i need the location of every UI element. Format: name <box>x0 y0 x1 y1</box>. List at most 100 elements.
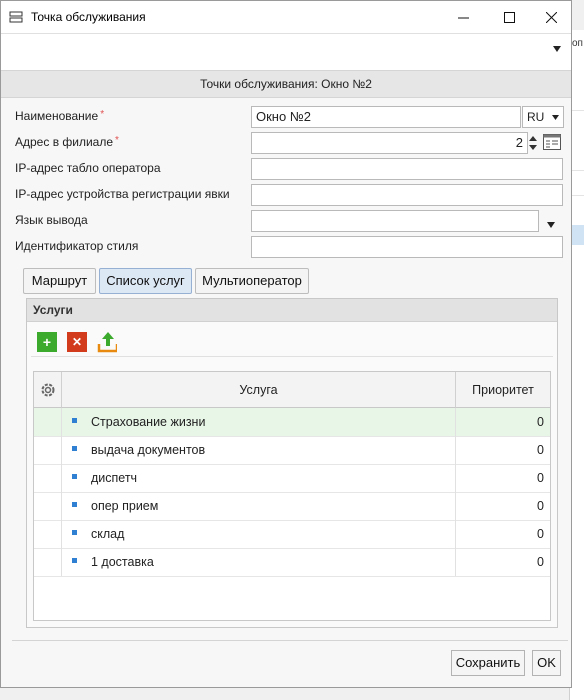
save-button[interactable]: Сохранить <box>451 650 525 676</box>
triangle-down-icon <box>547 222 555 228</box>
bullet-icon <box>72 502 77 508</box>
background-divider <box>570 170 584 171</box>
service-name-cell: Страхование жизни <box>62 408 456 436</box>
title-bar: Точка обслуживания <box>1 1 571 33</box>
style-id-input[interactable] <box>251 236 563 258</box>
services-toolbar: + ✕ <box>31 322 553 357</box>
footer-divider <box>12 640 568 641</box>
column-header-service[interactable]: Услуга <box>62 372 456 408</box>
window-title: Точка обслуживания <box>31 10 146 24</box>
address-picker-button[interactable] <box>543 134 561 151</box>
table-row[interactable]: склад 0 <box>34 520 550 549</box>
table-row[interactable]: диспетч 0 <box>34 464 550 493</box>
priority-cell: 0 <box>537 415 544 429</box>
background-divider <box>570 110 584 111</box>
plus-icon: + <box>42 334 52 350</box>
row-indicator <box>34 520 62 548</box>
close-button[interactable] <box>529 1 573 33</box>
bullet-icon <box>72 418 77 424</box>
row-indicator <box>34 464 62 492</box>
triangle-down-icon <box>553 46 561 52</box>
table-row[interactable]: Страхование жизни 0 <box>34 408 550 437</box>
background-divider <box>570 195 584 196</box>
service-name: опер прием <box>91 499 159 513</box>
service-name-cell: диспетч <box>62 464 456 492</box>
calendar-list-icon <box>543 134 561 150</box>
output-language-select[interactable] <box>251 210 539 232</box>
grid-header-row: Услуга Приоритет <box>34 372 550 409</box>
table-row[interactable]: опер прием 0 <box>34 492 550 521</box>
name-label-text: Наименование <box>15 109 99 123</box>
service-point-icon <box>9 11 23 23</box>
upload-icon <box>97 332 117 353</box>
name-input[interactable]: Окно №2 <box>251 106 521 128</box>
ip-board-input[interactable] <box>251 158 563 180</box>
name-label: Наименование * <box>15 109 104 123</box>
service-name-cell: склад <box>62 520 456 548</box>
bullet-icon <box>72 446 77 452</box>
service-name-cell: 1 доставка <box>62 548 456 576</box>
bullet-icon <box>72 474 77 480</box>
address-spinner[interactable] <box>529 132 539 154</box>
background-selected-row <box>570 225 584 245</box>
service-name: склад <box>91 527 125 541</box>
service-name-cell: выдача документов <box>62 436 456 464</box>
ip-registration-label: IP-адрес устройства регистрации явки <box>15 187 230 201</box>
tab-bar: Маршрут Список услуг Мультиоператор <box>1 268 571 298</box>
services-grid: Услуга Приоритет Страхование жизни 0 выд… <box>33 371 551 621</box>
row-indicator <box>34 548 62 576</box>
close-icon <box>545 11 557 23</box>
gear-icon <box>41 383 54 397</box>
priority-cell: 0 <box>537 471 544 485</box>
table-row[interactable]: выдача документов 0 <box>34 436 550 465</box>
service-name-cell: опер прием <box>62 492 456 520</box>
table-row[interactable]: 1 доставка 0 <box>34 548 550 577</box>
chevron-down-icon <box>552 115 559 120</box>
language-value: RU <box>527 110 545 124</box>
priority-cell: 0 <box>537 443 544 457</box>
delete-service-button[interactable]: ✕ <box>67 332 87 352</box>
ok-button[interactable]: OK <box>532 650 561 676</box>
minimize-icon <box>457 17 469 18</box>
address-label: Адрес в филиале * <box>15 135 119 149</box>
style-id-label: Идентификатор стиля <box>15 239 139 253</box>
header-band: Точки обслуживания: Окно №2 <box>1 70 571 98</box>
add-service-button[interactable]: + <box>37 332 57 352</box>
export-button[interactable] <box>97 332 117 353</box>
maximize-button[interactable] <box>487 1 531 33</box>
service-name: Страхование жизни <box>91 415 206 429</box>
required-mark: * <box>100 109 105 120</box>
bullet-icon <box>72 558 77 564</box>
close-icon: ✕ <box>71 335 83 349</box>
language-select[interactable]: RU <box>522 106 564 128</box>
required-mark: * <box>115 135 119 146</box>
row-indicator <box>34 492 62 520</box>
ip-registration-input[interactable] <box>251 184 563 206</box>
bullet-icon <box>72 530 77 536</box>
service-name: диспетч <box>91 471 138 485</box>
column-header-priority[interactable]: Приоритет <box>456 372 550 408</box>
priority-cell: 0 <box>537 499 544 513</box>
tab-service-list[interactable]: Список услуг <box>99 268 192 294</box>
minimize-button[interactable] <box>441 1 485 33</box>
background-fragment-text: оп <box>572 38 583 49</box>
row-indicator <box>34 436 62 464</box>
address-label-text: Адрес в филиале <box>15 135 114 149</box>
row-indicator <box>34 408 62 436</box>
ip-board-label: IP-адрес табло оператора <box>15 161 161 175</box>
toolbar <box>1 33 571 70</box>
grid-settings-button[interactable] <box>34 372 62 408</box>
priority-cell: 0 <box>537 555 544 569</box>
output-language-dropdown[interactable] <box>547 217 555 231</box>
tab-route[interactable]: Маршрут <box>23 268 96 294</box>
service-point-form: Наименование * Окно №2 RU Адрес в филиале… <box>1 98 571 268</box>
spinner-arrows-icon <box>529 136 537 150</box>
toolbar-menu-button[interactable] <box>553 44 561 55</box>
priority-cell: 0 <box>537 527 544 541</box>
services-panel-title: Услуги <box>27 299 557 322</box>
service-name: выдача документов <box>91 443 206 457</box>
services-panel: Услуги + ✕ Услуга Приоритет Страхование … <box>26 298 558 628</box>
address-input[interactable]: 2 <box>251 132 528 154</box>
tab-multioperator[interactable]: Мультиоператор <box>195 268 309 294</box>
maximize-icon <box>503 11 515 23</box>
